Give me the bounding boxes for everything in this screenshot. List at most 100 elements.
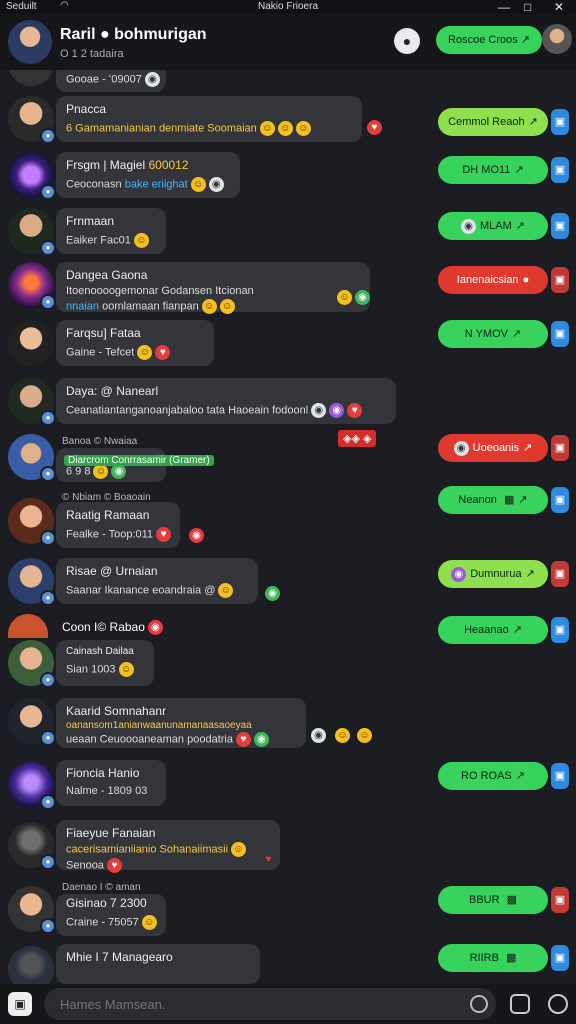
message-text: Gooae - ʻ09007 ◉ [66, 72, 160, 87]
message-text: nnaian oomlamaan fianpan ☺ ☺ [66, 299, 360, 314]
sender-name: Cainash Dailaa [66, 646, 134, 657]
share-icon[interactable]: ▣ [551, 157, 569, 183]
side-action-button[interactable]: RO ROAS ↗ [438, 762, 548, 790]
sender-name: Farqsu] Fataa [66, 326, 141, 340]
reaction-icon[interactable]: ☺ [357, 728, 372, 743]
share-icon[interactable]: ▣ [551, 109, 569, 135]
reaction-icon[interactable]: ◉ [311, 728, 326, 743]
status-icon: ● [40, 590, 56, 606]
message-bubble: Raatig Ramaan Fealke - Toop:011 ♥ [56, 502, 180, 548]
avatar [8, 946, 54, 984]
share-icon[interactable]: ▣ [551, 321, 569, 347]
message-field[interactable] [44, 988, 496, 1020]
share-icon[interactable]: ▣ [551, 487, 569, 513]
side-action-button[interactable]: BBUR ▩ [438, 886, 548, 914]
reaction-icon[interactable]: ◉ [265, 586, 280, 601]
message-input[interactable] [44, 988, 464, 1020]
share-icon[interactable]: ▣ [551, 887, 569, 913]
avatar: ● [8, 208, 56, 256]
share-icon[interactable]: ▣ [551, 435, 569, 461]
share-icon[interactable]: ▣ [551, 617, 569, 643]
status-icon: ● [40, 730, 56, 746]
status-icon: ● [40, 410, 56, 426]
record-icon[interactable] [470, 995, 488, 1013]
side-action-button[interactable]: Ianenaicsian ● [438, 266, 548, 294]
share-icon[interactable]: ▣ [551, 267, 569, 293]
window-title: Nakio Frioera [257, 1, 319, 12]
side-action-button[interactable]: RIIRB ▩ [438, 944, 548, 972]
avatar [8, 614, 48, 638]
reaction-icon[interactable]: ♥ [367, 120, 382, 135]
message-bubble: Frsgm | Magiel 600012 Ceoconasn bake eri… [56, 152, 240, 198]
heart-icon[interactable]: ♥ [261, 852, 276, 867]
reaction-icon[interactable]: ◉ [189, 528, 204, 543]
message-text: Eaiker Fac01 ☺ [66, 233, 156, 248]
sender-name: Daya: @ Nanearl [66, 384, 159, 398]
share-icon[interactable]: ▣ [551, 945, 569, 971]
minimize-icon[interactable]: — [498, 0, 510, 14]
sender-name: Raatig Ramaan [66, 508, 150, 522]
sender-name: Frnmaan [66, 214, 115, 228]
reaction-icon[interactable]: ☺ [337, 290, 352, 305]
side-action-button[interactable]: ◉ Uoeoanis ↗ [438, 434, 548, 462]
message-text: Fealke - Toop:011 ♥ [66, 527, 172, 542]
sender-name: Coon I© Rabao ◉ [62, 620, 163, 636]
sender-name: Banoa © Nwaiaa [62, 436, 138, 447]
message-bubble: Gooae - ʻ09007 ◉ [56, 70, 166, 92]
avatar [8, 70, 54, 86]
avatar: ● [8, 762, 56, 810]
share-icon[interactable]: ▣ [551, 561, 569, 587]
message-text: Itoenoooogemonar Godansen Itcionan [66, 285, 254, 297]
avatar: ● [8, 558, 56, 606]
message-bubble: Gisinao 7 2300 Craine - 75057 ☺ [56, 894, 166, 936]
message-bubble: Fiaeyue Fanaian cacerisamianiianio Sohan… [56, 820, 280, 873]
share-icon[interactable]: ▣ [551, 763, 569, 789]
maximize-icon[interactable]: □ [524, 0, 531, 14]
message-text: Saanar Ikanance eoandraia @ ☺ [66, 583, 248, 598]
sender-name: Mhie I 7 Managearo [66, 950, 173, 964]
message-text: Craine - 75057 ☺ [66, 915, 157, 930]
side-action-button[interactable]: DH MO11 ↗ [438, 156, 548, 184]
status-icon: ● [40, 128, 56, 144]
sender-name: Kaarid Somnahanr [66, 704, 167, 718]
emoji-icon[interactable] [548, 994, 568, 1014]
side-action-button[interactable]: N YMOV ↗ [438, 320, 548, 348]
reaction-icon[interactable]: ☺ [335, 728, 350, 743]
chat-list[interactable]: Gooae - ʻ09007 ◉ ● Pnacca 6 Gamamanianian… [0, 70, 576, 984]
message-bubble: Pnacca 6 Gamamanianian denmiate Soomaian… [56, 96, 362, 142]
side-action-button[interactable]: Heaanao ↗ [438, 616, 548, 644]
avatar: ● [8, 378, 56, 426]
message-bubble: Risae @ Urnaian Saanar Ikanance eoandrai… [56, 558, 258, 604]
message-text: oanansom1anianwaanunamanaasaoeyaa [66, 720, 252, 731]
message-text: ueaan Ceuoooaneaman poodatria ♥ ◉ [66, 732, 296, 747]
highlight-tag: Diarcrom Conrrasamir (Gramer) [64, 450, 214, 468]
message-text: Nalme - 1809 03 [66, 785, 148, 797]
status-icon: ● [40, 530, 56, 546]
share-icon[interactable]: ▣ [551, 213, 569, 239]
camera-icon[interactable]: ▣ [8, 992, 32, 1016]
header-action-button[interactable]: Roscoe Croos ↗ [436, 26, 542, 54]
sender-name: Pnacca [66, 102, 107, 116]
close-icon[interactable]: ✕ [554, 0, 564, 14]
side-action-button[interactable]: ◉ Dumnurua ↗ [438, 560, 548, 588]
message-text: Senooa ♥ [66, 858, 270, 873]
side-action-button[interactable]: Neanon ▩ ↗ [438, 486, 548, 514]
avatar: ● [8, 96, 56, 144]
user-avatar[interactable] [542, 24, 572, 54]
profile-icon[interactable]: ● [394, 28, 420, 54]
sender-name: Dangea Gaona [66, 268, 148, 282]
side-action-button[interactable]: Cemmol Reaoh ↗ [438, 108, 548, 136]
chat-header: Raril ● bohmurigan O 1 2 tadaira ● Rosco… [0, 14, 576, 70]
attachment-icon[interactable] [510, 994, 530, 1014]
reaction-icon[interactable]: ◉ [355, 290, 370, 305]
sender-name: Frsgm | Magiel 600012 [66, 158, 189, 172]
sender-name: Fioncia Hanio [66, 766, 140, 780]
avatar: ● [8, 498, 56, 546]
side-action-button[interactable]: ◉ MLAM ↗ [438, 212, 548, 240]
message-bubble: Frnmaan Eaiker Fac01 ☺ [56, 208, 166, 254]
avatar[interactable] [8, 20, 52, 64]
message-bubble: Dangea Gaona Itoenoooogemonar Godansen I… [56, 262, 370, 314]
status-icon: ● [40, 918, 56, 934]
badge[interactable]: ◈◈ ◈ [338, 430, 377, 447]
avatar: ● [8, 152, 56, 200]
